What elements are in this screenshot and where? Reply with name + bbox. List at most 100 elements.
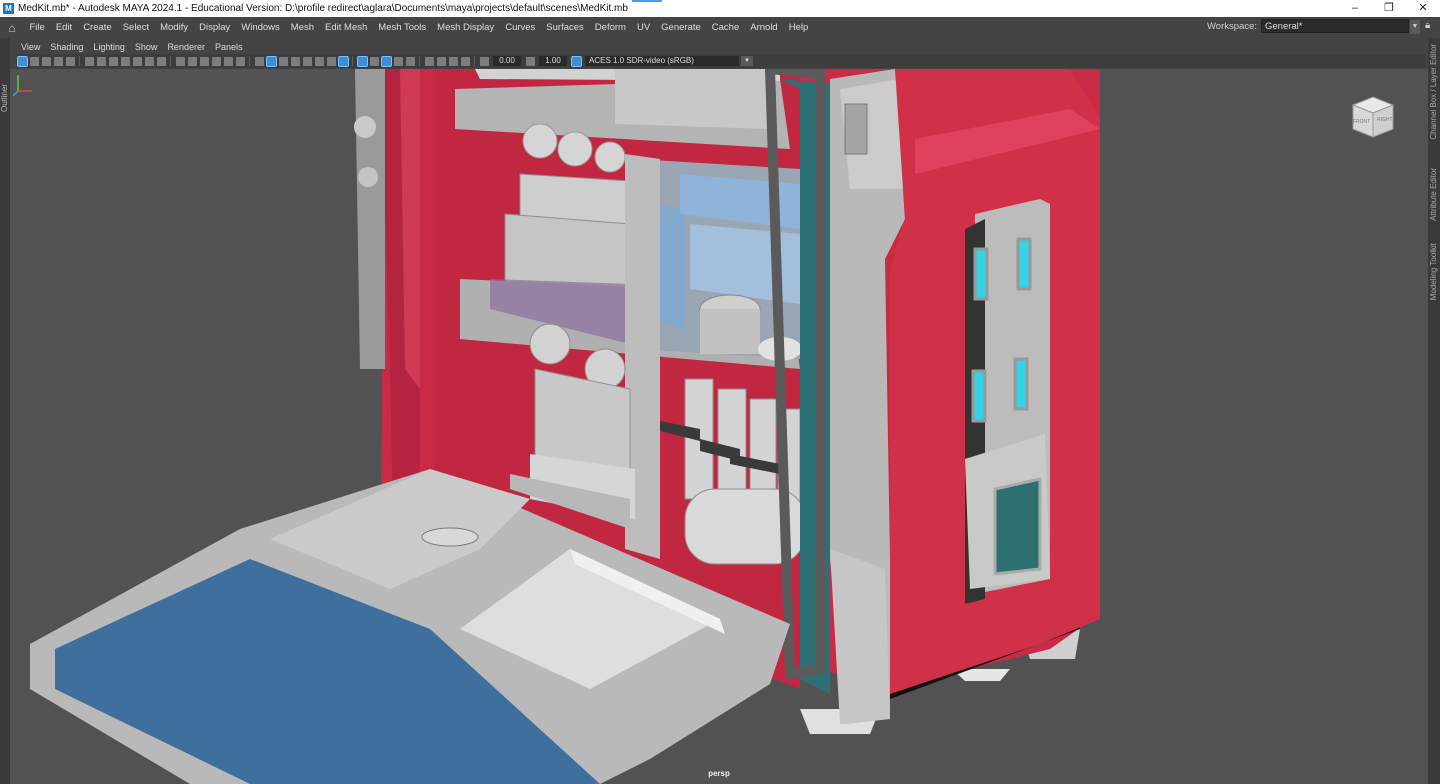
restore-button[interactable]: ❐ <box>1372 0 1406 17</box>
wireframe-icon[interactable] <box>254 56 264 66</box>
home-icon[interactable]: ⌂ <box>4 21 20 35</box>
toolbar-separator <box>249 56 250 66</box>
safe-title-icon[interactable] <box>199 56 209 66</box>
gate-mask-icon[interactable] <box>144 56 154 66</box>
panel-menu-show[interactable]: Show <box>130 42 163 52</box>
view-cube[interactable]: FRONT RIGHT <box>1348 93 1398 143</box>
menu-uv[interactable]: UV <box>631 22 655 33</box>
toolbar-separator <box>419 56 420 66</box>
toolbar-separator <box>474 56 475 66</box>
workspace-dropdown[interactable]: General* ▼ <box>1261 19 1420 34</box>
menu-modify[interactable]: Modify <box>155 22 194 33</box>
smooth-shade-icon[interactable] <box>265 55 277 67</box>
menu-generate[interactable]: Generate <box>656 22 707 33</box>
menu-mesh-display[interactable]: Mesh Display <box>432 22 500 33</box>
image-plane-icon[interactable] <box>53 56 63 66</box>
xray-components-icon[interactable] <box>380 55 392 67</box>
panel-menu-lighting[interactable]: Lighting <box>88 42 130 52</box>
gamma-icon[interactable] <box>525 56 535 66</box>
menu-arnold[interactable]: Arnold <box>745 22 783 33</box>
use-default-material-icon[interactable] <box>302 56 312 66</box>
lock-icon[interactable]: 🔒︎ <box>1425 20 1434 32</box>
bounding-box-icon[interactable] <box>290 56 300 66</box>
attribute-editor-tab[interactable]: Attribute Editor <box>1429 168 1438 221</box>
isolate-select-icon[interactable] <box>448 56 458 66</box>
menu-display[interactable]: Display <box>194 22 236 33</box>
camera-attributes-icon[interactable] <box>29 56 39 66</box>
bandage-roll <box>557 131 593 167</box>
lighting-icon[interactable] <box>326 56 336 66</box>
cyan-light <box>1016 237 1032 291</box>
color-management-icon[interactable] <box>570 55 582 67</box>
grease-pencil-icon[interactable] <box>84 56 94 66</box>
shadows-icon[interactable] <box>337 55 349 67</box>
workspace-selector: Workspace: General* ▼ 🔒︎ <box>1207 19 1434 34</box>
grid-icon[interactable] <box>175 56 185 66</box>
color-space-dropdown[interactable]: ACES 1.0 SDR-video (sRGB) ▼ <box>585 56 753 66</box>
menu-surfaces[interactable]: Surfaces <box>541 22 590 33</box>
hinge-column-left <box>355 69 385 369</box>
ui-elements-icon[interactable] <box>223 56 233 66</box>
menu-windows[interactable]: Windows <box>236 22 286 33</box>
texture-icon[interactable] <box>235 56 245 66</box>
flat-shade-icon[interactable] <box>278 56 288 66</box>
field-chart-icon[interactable] <box>156 56 166 66</box>
menu-edit-mesh[interactable]: Edit Mesh <box>320 22 373 33</box>
screen-space-icon[interactable] <box>460 56 470 66</box>
ambient-occlusion-icon[interactable] <box>393 56 403 66</box>
left-dock-strip: Outliner <box>0 38 10 784</box>
workspace-value: General* <box>1265 21 1303 32</box>
menu-cache[interactable]: Cache <box>706 22 744 33</box>
chevron-down-icon[interactable]: ▼ <box>1410 20 1420 34</box>
outliner-tab[interactable]: Outliner <box>0 84 10 112</box>
menu-mesh[interactable]: Mesh <box>285 22 319 33</box>
close-button[interactable]: ✕ <box>1406 0 1440 17</box>
multisample-icon[interactable] <box>424 56 434 66</box>
depth-of-field-icon[interactable] <box>436 56 446 66</box>
exposure-field[interactable]: 0.00 <box>493 56 521 66</box>
menu-help[interactable]: Help <box>783 22 814 33</box>
menu-select[interactable]: Select <box>117 22 154 33</box>
workspace-label: Workspace: <box>1207 20 1257 32</box>
right-dock-strip: Channel Box / Layer Editor Attribute Edi… <box>1428 38 1440 784</box>
viewport-3d[interactable]: FRONT RIGHT persp <box>10 69 1428 784</box>
chevron-down-icon[interactable]: ▼ <box>741 56 753 66</box>
2d-pan-zoom-icon[interactable] <box>65 56 75 66</box>
film-gate-icon[interactable] <box>120 56 130 66</box>
panel-menu-shading[interactable]: Shading <box>45 42 88 52</box>
pillar-slot <box>844 103 868 155</box>
resolution-gate-icon[interactable] <box>132 56 142 66</box>
panel-menu-view[interactable]: View <box>16 42 45 52</box>
motion-blur-icon[interactable] <box>405 56 415 66</box>
select-camera-icon[interactable] <box>16 55 28 67</box>
exposure-icon[interactable] <box>479 56 489 66</box>
menu-file[interactable]: File <box>24 22 50 33</box>
view-cube-right-label: RIGHT <box>1377 117 1393 123</box>
menu-create[interactable]: Create <box>78 22 118 33</box>
panel-menu-renderer[interactable]: Renderer <box>162 42 210 52</box>
textured-icon[interactable] <box>314 56 324 66</box>
xray-icon[interactable] <box>356 55 368 67</box>
modeling-toolkit-tab[interactable]: Modeling Toolkit <box>1429 243 1438 300</box>
cyan-light <box>1013 357 1029 411</box>
menu-curves[interactable]: Curves <box>500 22 541 33</box>
bookmark-icon[interactable] <box>41 56 51 66</box>
lid-handle <box>421 527 479 547</box>
toolbar-separator <box>352 56 353 66</box>
panel-menu-panels[interactable]: Panels <box>210 42 248 52</box>
camera-bookmark-icon[interactable] <box>96 56 106 66</box>
color-space-value: ACES 1.0 SDR-video (sRGB) <box>589 56 694 65</box>
menu-mesh-tools[interactable]: Mesh Tools <box>373 22 432 33</box>
channel-box-tab[interactable]: Channel Box / Layer Editor <box>1429 44 1438 140</box>
menu-edit[interactable]: Edit <box>50 22 77 33</box>
menu-deform[interactable]: Deform <box>589 22 631 33</box>
gamma-field[interactable]: 1.00 <box>539 56 567 66</box>
xray-joints-icon[interactable] <box>369 56 379 66</box>
minimize-button[interactable]: – <box>1338 0 1372 17</box>
hud-icon[interactable] <box>211 56 221 66</box>
lock-camera-icon[interactable] <box>108 56 118 66</box>
pillar-foot <box>830 549 890 724</box>
top-box <box>615 69 770 129</box>
safe-action-icon[interactable] <box>187 56 197 66</box>
hinge-knob <box>358 167 378 187</box>
